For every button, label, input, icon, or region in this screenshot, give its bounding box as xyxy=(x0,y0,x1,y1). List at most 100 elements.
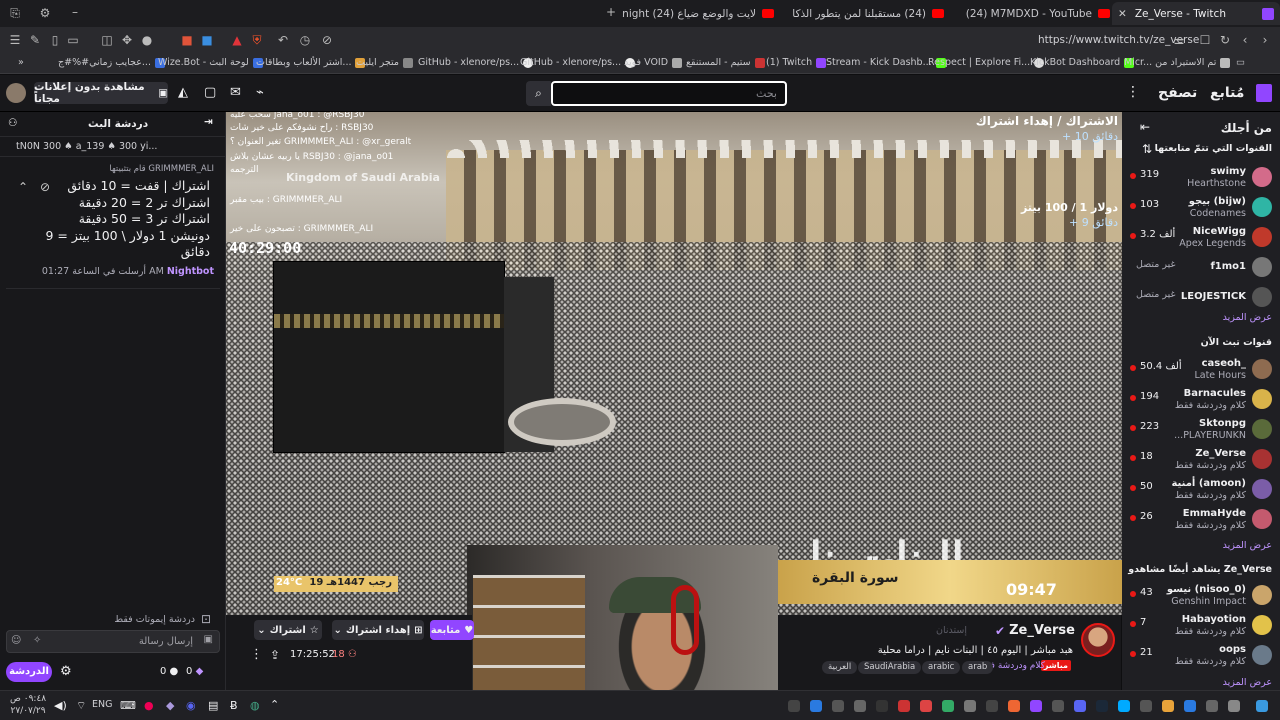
share-icon[interactable]: ⇪ xyxy=(270,648,280,662)
discord-icon[interactable]: ◉ xyxy=(186,699,196,712)
extensions-icon[interactable]: ✎ xyxy=(28,33,42,47)
puzzle-icon[interactable]: ✥ xyxy=(120,33,134,47)
back-arrow-icon[interactable]: ↶ xyxy=(276,33,290,47)
tab-ai-future[interactable]: (24) مستقبلنا لمن يتطور الذكاء الاصط xyxy=(792,4,944,23)
taskbar-app-icon[interactable] xyxy=(1008,700,1020,712)
bookmark-item[interactable]: GitHub - xlenore/ps... xyxy=(520,57,636,68)
bookmark-item[interactable]: Wize.Bot - لوحة البث xyxy=(158,57,263,68)
tray-app-icon[interactable]: ◍ xyxy=(250,699,260,712)
taskbar-app-icon[interactable] xyxy=(1030,700,1042,712)
bookmark-icon[interactable]: ☐ xyxy=(1198,33,1212,47)
bookmark-item[interactable]: متجر ايليت xyxy=(356,57,413,68)
wifi-icon[interactable]: ⌔ xyxy=(76,699,86,713)
bookmark-item[interactable]: عجايب زماني#%#ج... xyxy=(58,57,165,68)
tab-twitch-active[interactable]: ✕ Ze_Verse - Twitch xyxy=(1112,2,1280,25)
bookmarks-overflow-icon[interactable]: » xyxy=(18,57,24,68)
channel-row[interactable]: f1mo1 غير متصل xyxy=(1122,254,1280,282)
video-player[interactable]: jana_o01 : @RSBJ30 سحب عليه RSBJ30 : راح… xyxy=(226,112,1122,615)
taskbar-app-icon[interactable] xyxy=(1184,700,1196,712)
reload-icon[interactable]: ↻ xyxy=(1218,33,1232,47)
taskbar-app-icon[interactable] xyxy=(964,700,976,712)
channel-row[interactable]: oops كلام ودردشة فقط 21 xyxy=(1122,642,1280,670)
subscribe-button[interactable]: ⌄ اشتراك ☆ xyxy=(254,620,322,640)
new-tab-button[interactable]: + xyxy=(604,5,618,19)
taskbar-app-icon[interactable] xyxy=(810,700,822,712)
tab-m7mdxd[interactable]: (24) M7MDXD - YouTube xyxy=(956,4,1110,23)
tray-app-icon[interactable]: ◆ xyxy=(166,699,174,712)
brave-shield-icon[interactable]: ⛨ xyxy=(250,33,264,47)
taskbar-app-icon[interactable] xyxy=(1140,700,1152,712)
back-icon[interactable]: ‹ xyxy=(1238,33,1252,47)
show-more-live[interactable]: عرض المزيد xyxy=(1223,540,1272,551)
close-tab-icon[interactable]: ✕ xyxy=(1118,8,1127,20)
nightbot-name[interactable]: Nightbot xyxy=(167,266,214,277)
emote-picker-icon[interactable]: ▣ xyxy=(204,634,213,645)
taskbar-app-icon[interactable] xyxy=(942,700,954,712)
activity-icon[interactable]: ⌁ xyxy=(256,85,264,100)
channel-row[interactable]: caseoh_ Late Hours 50.4 ألف xyxy=(1122,356,1280,384)
browser-settings-icon[interactable]: ⚙ xyxy=(38,6,52,20)
tag-arabic[interactable]: arabic xyxy=(922,661,961,674)
tray-app-icon[interactable]: Ƀ xyxy=(230,699,238,712)
clock-text[interactable]: ٠٩:٤٨ ص ٢٧/٠٧/٢٩ xyxy=(10,693,46,717)
bookmark-item[interactable]: فويد VOID xyxy=(624,57,683,68)
chat-settings-icon[interactable]: ⚙ xyxy=(60,664,72,679)
taskbar-app-icon[interactable] xyxy=(1074,700,1086,712)
taskbar-app-icon[interactable] xyxy=(898,700,910,712)
community-icon[interactable]: ⚇ xyxy=(8,117,17,129)
more-options-icon[interactable]: ⋮ xyxy=(250,647,263,662)
site-settings-icon[interactable]: ⚌ xyxy=(1172,33,1186,47)
channel-row[interactable]: Barnacules كلام ودردشة فقط 194 xyxy=(1122,386,1280,414)
taskbar-app-icon[interactable] xyxy=(854,700,866,712)
notifications-icon[interactable]: ▢ xyxy=(204,85,216,100)
ext-triangle-icon[interactable]: ▲ xyxy=(230,33,244,47)
sort-icon[interactable]: ⇅ xyxy=(1142,142,1152,156)
show-more-also[interactable]: عرض المزيد xyxy=(1223,677,1272,688)
ext-blue-icon[interactable]: ■ xyxy=(200,33,214,47)
taskbar-app-icon[interactable] xyxy=(920,700,932,712)
screenshot-icon[interactable]: ◫ xyxy=(100,33,114,47)
whispers-icon[interactable]: ✉ xyxy=(230,85,241,100)
collapse-chat-icon[interactable]: ⇥ xyxy=(204,116,213,128)
channel-row[interactable]: Habayotion كلام ودردشة فقط 7 xyxy=(1122,612,1280,640)
taskbar-app-icon[interactable] xyxy=(832,700,844,712)
nav-browse[interactable]: تصفح xyxy=(1158,85,1197,101)
channel-row[interactable]: Ze_Verse كلام ودردشة فقط 18 xyxy=(1122,446,1280,474)
taskbar-app-icon[interactable] xyxy=(1096,700,1108,712)
channel-row[interactable]: EmmaHyde كلام ودردشة فقط 26 xyxy=(1122,506,1280,534)
channel-row[interactable]: نيسو (nisoo_0) Genshin Impact 43 xyxy=(1122,582,1280,610)
streamer-avatar[interactable] xyxy=(1081,623,1115,657)
channel-row[interactable]: بيجو (bijw) Codenames 103 xyxy=(1122,194,1280,222)
taskbar-app-icon[interactable] xyxy=(986,700,998,712)
tray-overflow-icon[interactable]: ⌃ xyxy=(270,698,279,711)
taskbar-app-icon[interactable] xyxy=(1228,700,1240,712)
tab-hollow-knight[interactable]: لايت والوضع ضياع Hollow Knight (24) xyxy=(622,4,774,23)
speaker-icon[interactable]: ◀) xyxy=(54,699,67,712)
keyboard-icon[interactable]: ⌨ xyxy=(120,699,136,712)
twitch-logo-icon[interactable] xyxy=(1256,84,1272,102)
ad-free-button[interactable]: مشاهدة بدون إعلانات مجاناً ▣ xyxy=(34,81,168,105)
menu-icon[interactable]: ☰ xyxy=(8,33,22,47)
channel-row[interactable]: Sktonpg PLAYERUNKN... 223 xyxy=(1122,416,1280,444)
bookmark-item[interactable]: ستيم - المستنقع xyxy=(686,57,765,68)
taskbar-app-icon[interactable] xyxy=(1162,700,1174,712)
user-avatar[interactable] xyxy=(6,83,26,103)
search-input[interactable]: بحث xyxy=(551,81,787,106)
collapse-sidebar-icon[interactable]: ⇤ xyxy=(1140,120,1150,134)
clock-icon[interactable]: ◷ xyxy=(298,33,312,47)
compass-icon[interactable]: ⊘ xyxy=(320,33,334,47)
tray-app-icon[interactable]: ▤ xyxy=(208,699,218,712)
channel-row[interactable]: LEOJESTICK غير متصل xyxy=(1122,284,1280,312)
tag-saudiarabia[interactable]: SaudiArabia xyxy=(858,661,922,674)
follow-button[interactable]: متابعة ♥ xyxy=(430,620,474,640)
collapse-pin-icon[interactable]: ⌃ xyxy=(18,180,28,194)
bookmark-item[interactable]: Respect | Explore Fi... xyxy=(928,57,1045,68)
language-indicator[interactable]: ENG xyxy=(92,699,112,710)
bookmark-item[interactable]: KickBot Dashboard xyxy=(1030,57,1135,68)
taskbar-app-icon[interactable] xyxy=(1206,700,1218,712)
bookmark-item[interactable]: GitHub - xlenore/ps... xyxy=(418,57,534,68)
start-menu-icon[interactable] xyxy=(1256,700,1268,712)
bookmark-folder[interactable]: Micr... تم الاستيراد من xyxy=(1124,57,1231,68)
show-more-followed[interactable]: عرض المزيد xyxy=(1223,312,1272,323)
tag-arabic-lang[interactable]: العربية xyxy=(822,661,858,674)
